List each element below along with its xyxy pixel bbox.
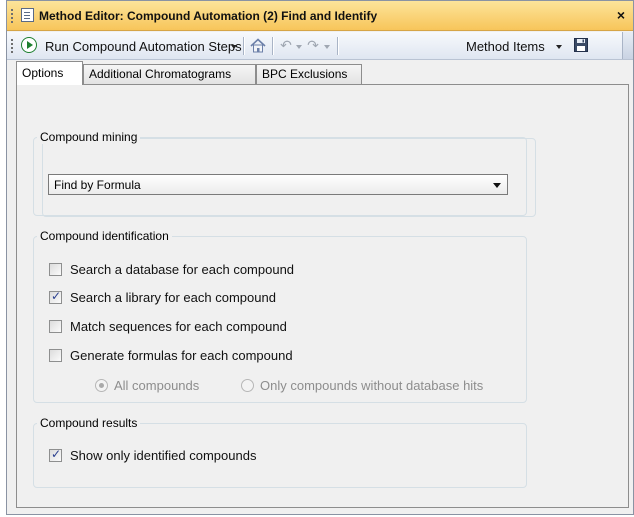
tab-additional-chromatograms[interactable]: Additional Chromatograms — [83, 64, 256, 84]
redo-dropdown-icon[interactable] — [324, 45, 330, 49]
method-editor-window: Method Editor: Compound Automation (2) F… — [6, 0, 634, 515]
compound-results-group: Compound results Show only identified co… — [33, 416, 527, 488]
run-dropdown-icon[interactable] — [231, 45, 237, 49]
undo-icon[interactable]: ↶ — [279, 38, 293, 52]
match-sequences-label: Match sequences for each compound — [70, 319, 287, 334]
match-sequences-checkbox[interactable] — [49, 320, 62, 333]
toolbar-separator — [243, 37, 244, 55]
play-icon[interactable] — [21, 37, 37, 53]
save-icon[interactable] — [574, 38, 588, 52]
search-database-checkbox[interactable] — [49, 263, 62, 276]
window-title: Method Editor: Compound Automation (2) F… — [39, 9, 378, 23]
compound-mining-group: Compound mining Find by Formula — [33, 130, 527, 216]
compound-identification-group: Compound identification Search a databas… — [33, 229, 527, 403]
search-database-label: Search a database for each compound — [70, 262, 295, 277]
show-identified-checkbox[interactable] — [49, 447, 62, 462]
home-icon[interactable] — [250, 38, 266, 53]
toolbar: Run Compound Automation Steps ↶ ↷ Method… — [7, 32, 633, 60]
toolbar-separator — [272, 37, 273, 55]
tab-bpc-exclusions[interactable]: BPC Exclusions — [256, 64, 362, 84]
all-compounds-radio[interactable] — [95, 379, 108, 392]
method-items-menu[interactable]: Method Items — [466, 39, 545, 54]
run-steps-button[interactable]: Run Compound Automation Steps — [45, 39, 242, 54]
editor-icon — [21, 8, 34, 22]
compound-identification-title: Compound identification — [37, 229, 172, 243]
close-button[interactable]: × — [613, 6, 629, 24]
show-identified-label: Show only identified compounds — [70, 448, 257, 463]
title-grip[interactable] — [11, 9, 15, 23]
chevron-down-icon — [493, 183, 501, 188]
compound-results-title: Compound results — [37, 416, 141, 430]
toolbar-separator — [337, 37, 338, 55]
compound-mining-value: Find by Formula — [54, 178, 141, 192]
search-library-checkbox[interactable] — [49, 289, 62, 304]
no-database-hits-label: Only compounds without database hits — [260, 378, 484, 393]
generate-formulas-checkbox[interactable] — [49, 349, 62, 362]
search-library-label: Search a library for each compound — [70, 290, 276, 305]
compound-mining-title: Compound mining — [37, 130, 141, 144]
all-compounds-label: All compounds — [114, 378, 200, 393]
tab-strip: Options Additional Chromatograms BPC Exc… — [7, 60, 633, 85]
no-database-hits-radio[interactable] — [241, 379, 254, 392]
generate-formulas-label: Generate formulas for each compound — [70, 348, 293, 363]
undo-dropdown-icon[interactable] — [296, 45, 302, 49]
toolbar-overflow-button[interactable] — [622, 32, 633, 59]
toolbar-grip[interactable] — [11, 39, 13, 53]
redo-icon[interactable]: ↷ — [306, 38, 320, 52]
compound-mining-select[interactable]: Find by Formula — [48, 174, 508, 195]
title-bar[interactable]: Method Editor: Compound Automation (2) F… — [7, 1, 633, 31]
tab-options[interactable]: Options — [16, 61, 83, 85]
method-items-dropdown-icon[interactable] — [556, 45, 562, 49]
